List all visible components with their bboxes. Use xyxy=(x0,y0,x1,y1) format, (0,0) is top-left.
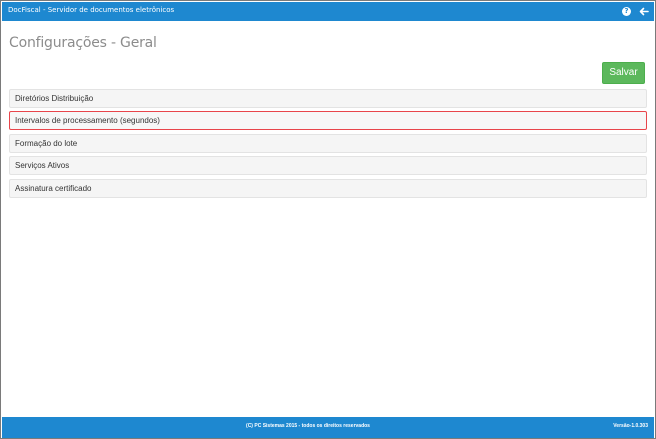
section-servicos-ativos[interactable]: Serviços Ativos xyxy=(9,156,647,175)
app-title: DocFiscal - Servidor de documentos eletr… xyxy=(8,6,175,14)
section-intervalos-processamento[interactable]: Intervalos de processamento (segundos) xyxy=(9,111,647,130)
footer-copyright: (C) PC Sistemas 2015 - todos os direitos… xyxy=(246,423,370,429)
section-formacao-lote[interactable]: Formação do lote xyxy=(9,134,647,153)
section-diretorios-distribuicao[interactable]: Diretórios Distribuição xyxy=(9,89,647,108)
page-title: Configurações - Geral xyxy=(9,35,157,51)
section-assinatura-certificado[interactable]: Assinatura certificado xyxy=(9,179,647,198)
footer-bar: (C) PC Sistemas 2015 - todos os direitos… xyxy=(2,417,654,438)
top-navbar: DocFiscal - Servidor de documentos eletr… xyxy=(2,2,654,21)
back-arrow-icon[interactable] xyxy=(639,7,649,16)
footer-version: Versão-1.0.303 xyxy=(613,423,648,429)
help-icon-glyph: ? xyxy=(624,7,629,15)
help-icon[interactable]: ? xyxy=(622,7,631,16)
app-window: DocFiscal - Servidor de documentos eletr… xyxy=(0,0,656,439)
save-button[interactable]: Salvar xyxy=(602,62,645,84)
